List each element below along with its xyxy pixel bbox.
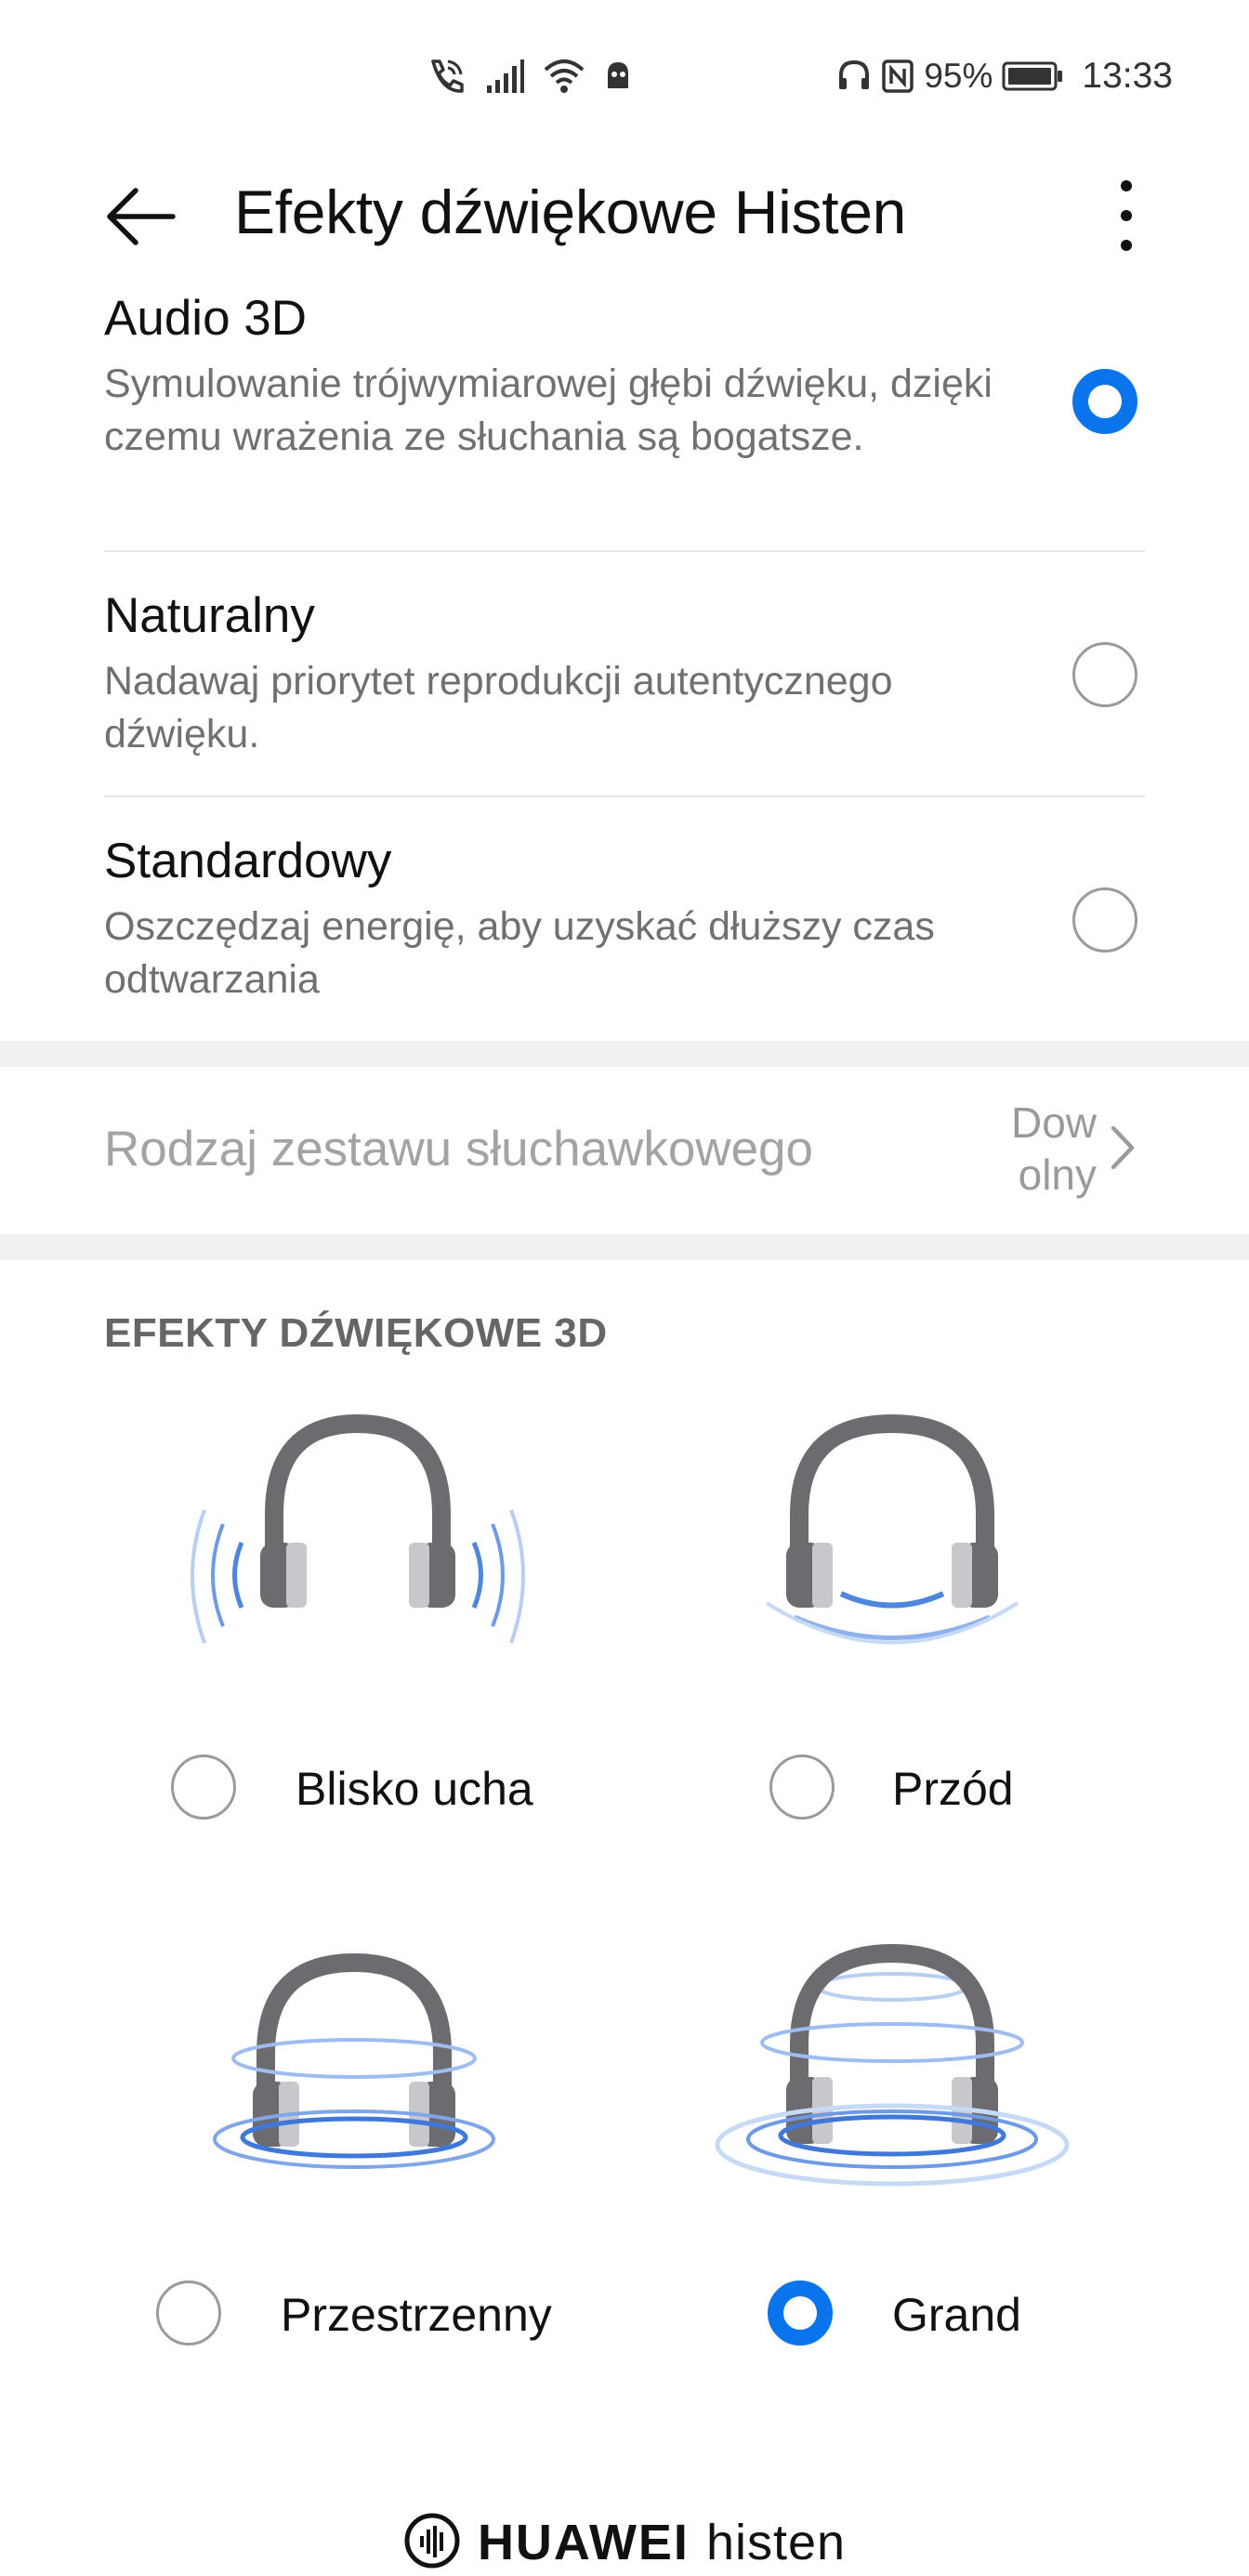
radio-przestrzenny[interactable]: [156, 2280, 221, 2346]
mode-option-audio-3d[interactable]: Audio 3D Symulowanie trójwymiarowej głęb…: [104, 290, 1145, 464]
divider: [104, 550, 1145, 552]
headset-type-value-line1: Dow: [1010, 1098, 1097, 1147]
radio-przod[interactable]: [769, 1755, 835, 1820]
radio-grand[interactable]: [768, 2280, 833, 2346]
headset-icon: [836, 59, 872, 94]
headset-type-value: Dow olny: [966, 1097, 1097, 1201]
histen-logo-icon: [403, 2512, 461, 2574]
radio-audio-3d[interactable]: [1072, 369, 1137, 434]
effect-label: Blisko ucha: [296, 1763, 533, 1815]
wifi-icon: [543, 58, 585, 95]
status-left-icons: [426, 48, 632, 104]
effect-label: Przód: [892, 1763, 1014, 1815]
status-bar: 95% 13:33: [0, 0, 1249, 139]
effect-label: Grand: [892, 2289, 1021, 2341]
headset-type-row[interactable]: Rodzaj zestawu słuchawkowego Dow olny: [0, 1067, 1249, 1234]
status-right: 95% 13:33: [836, 48, 1173, 104]
headphones-near-ear-illustration: [186, 1403, 669, 1687]
mode-option-naturalny[interactable]: Naturalny Nadawaj priorytet reprodukcji …: [104, 587, 1145, 761]
signal-icon: [485, 58, 524, 95]
divider: [104, 795, 1145, 797]
mode-title: Standardowy: [104, 834, 392, 888]
page-title: Efekty dźwiękowe Histen: [234, 177, 907, 246]
radio-standardowy[interactable]: [1072, 887, 1137, 953]
mode-option-standardowy[interactable]: Standardowy Oszczędzaj energię, aby uzys…: [104, 833, 1145, 1006]
more-options-button[interactable]: [1102, 169, 1150, 262]
chevron-right-icon: [1108, 1124, 1136, 1176]
headset-type-label: Rodzaj zestawu słuchawkowego: [104, 1122, 814, 1176]
app-bar: Efekty dźwiękowe Histen: [0, 149, 1249, 269]
brand-name: HUAWEI: [477, 2515, 690, 2570]
brand-product: histen: [705, 2515, 847, 2570]
mode-description: Oszczędzaj energię, aby uzyskać dłuższy …: [104, 904, 935, 1002]
mode-description: Nadawaj priorytet reprodukcji autentyczn…: [104, 659, 893, 756]
arrow-back-icon: [100, 188, 184, 262]
wifi-calling-icon: [426, 56, 467, 97]
effect-label: Przestrzenny: [281, 2289, 552, 2341]
radio-blisko-ucha[interactable]: [171, 1755, 236, 1820]
battery-icon: [1002, 60, 1063, 92]
mode-description: Symulowanie trójwymiarowej głębi dźwięku…: [104, 361, 993, 459]
battery-percent: 95%: [924, 57, 993, 95]
back-button[interactable]: [100, 175, 184, 258]
clock: 13:33: [1082, 56, 1173, 96]
section-gap: [0, 1041, 1249, 1067]
mode-title: Naturalny: [104, 588, 315, 643]
headset-type-value-line2: olny: [1018, 1150, 1097, 1199]
headphones-front-illustration: [753, 1403, 1236, 1687]
radio-naturalny[interactable]: [1072, 642, 1137, 707]
nfc-icon: [881, 59, 914, 94]
huawei-histen-logo: HUAWEI histen: [0, 2509, 1249, 2576]
section-gap: [0, 1234, 1249, 1260]
headphones-spatial-illustration: [201, 1942, 684, 2198]
app-notification-icon: [604, 60, 632, 92]
effects-section-title: EFEKTY DŹWIĘKOWE 3D: [104, 1310, 608, 1356]
headphones-grand-illustration: [706, 1933, 1190, 2207]
more-vertical-icon: [1102, 180, 1150, 266]
mode-title: Audio 3D: [104, 291, 308, 346]
